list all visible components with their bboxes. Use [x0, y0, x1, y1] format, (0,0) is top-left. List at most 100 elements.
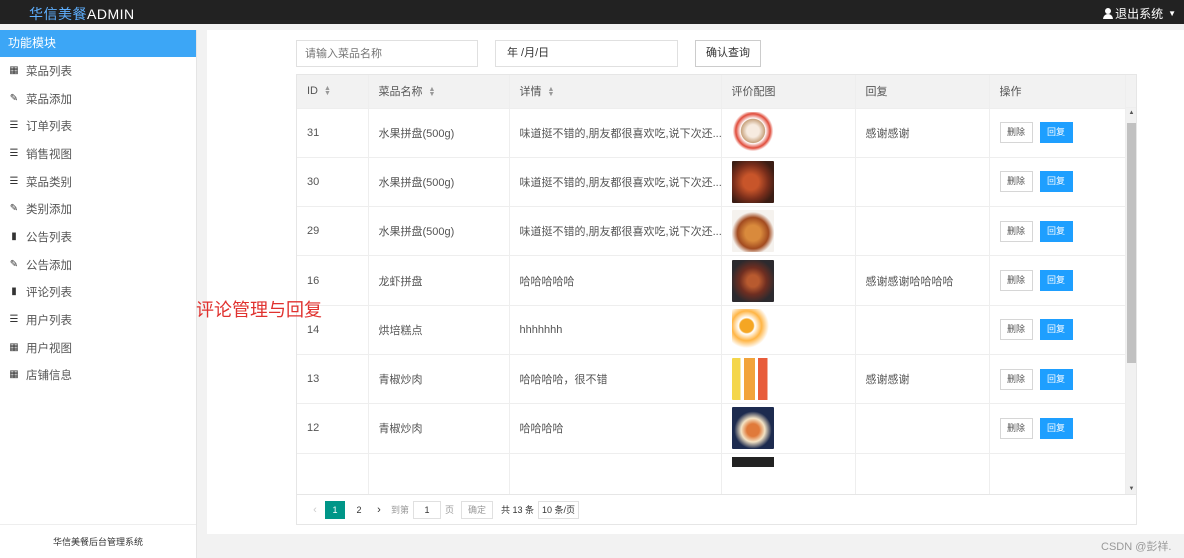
dish-search-input[interactable] — [296, 40, 478, 67]
cell-detail — [509, 453, 722, 494]
reply-button[interactable]: 回复 — [1039, 319, 1073, 341]
list-icon: ☰ — [9, 314, 19, 326]
date-picker-input[interactable]: 年 /月/日 — [495, 40, 678, 67]
reply-button[interactable]: 回复 — [1039, 270, 1073, 292]
column-header-label: 详情 — [519, 86, 542, 99]
page-size-select[interactable]: 10 条/页 — [538, 500, 580, 519]
pagination: ‹ 1 2 › 到第 1 页 确定 共 13 条 10 条/页 — [296, 495, 1137, 525]
sidebar-item-user-view[interactable]: ▦ 用户视图 — [0, 334, 196, 362]
sidebar-item-dish-add[interactable]: ✎ 菜品添加 — [0, 85, 196, 113]
annotation-text: 评论管理与回复 — [196, 300, 322, 320]
sidebar-item-label: 评论列表 — [26, 287, 72, 300]
cell-reply — [855, 403, 990, 454]
review-image[interactable] — [731, 456, 774, 467]
review-image[interactable] — [731, 259, 774, 302]
review-image[interactable] — [731, 358, 774, 401]
goto-page-input[interactable]: 1 — [413, 500, 442, 519]
query-button[interactable]: 确认查询 — [695, 40, 761, 67]
cell-image — [721, 157, 856, 208]
delete-button[interactable]: 删除 — [999, 319, 1033, 341]
table-row: 16 龙虾拼盘 哈哈哈哈哈 感谢感谢哈哈哈哈 删除 回复 — [297, 255, 1126, 306]
delete-button[interactable]: 删除 — [999, 368, 1033, 390]
cell-actions: 删除 回复 — [989, 354, 1126, 405]
delete-button[interactable]: 删除 — [999, 220, 1033, 242]
reply-button[interactable]: 回复 — [1039, 171, 1073, 193]
table-header-row: ID ▲ ▼ 菜品名称 ▲ ▼ 详情 ▲ ▼ 评价配图 回复 操作 — [297, 75, 1126, 109]
sidebar-item-category-add[interactable]: ✎ 类别添加 — [0, 195, 196, 223]
sidebar-item-shop-info[interactable]: ▦ 店铺信息 — [0, 362, 196, 390]
delete-button[interactable]: 删除 — [999, 270, 1033, 292]
sidebar-item-sales-view[interactable]: ☰ 销售视图 — [0, 140, 196, 168]
delete-button[interactable]: 删除 — [999, 417, 1033, 439]
prev-page-icon[interactable]: ‹ — [307, 504, 323, 516]
sidebar-item-notice-list[interactable]: ▮ 公告列表 — [0, 223, 196, 251]
table-scrollbar[interactable]: ▲ ▼ — [1126, 108, 1136, 494]
sidebar-item-label: 菜品列表 — [26, 65, 72, 78]
delete-button[interactable]: 删除 — [999, 122, 1033, 144]
grid-icon: ▦ — [9, 64, 19, 76]
sidebar-item-label: 公告列表 — [26, 231, 72, 244]
review-image[interactable] — [731, 407, 774, 450]
sidebar-item-label: 菜品类别 — [26, 176, 72, 189]
column-header-label: ID — [307, 85, 318, 98]
bar-chart-icon: ▮ — [11, 286, 17, 298]
review-image[interactable] — [731, 308, 774, 351]
page-button-2[interactable]: 2 — [349, 501, 369, 519]
sort-icon[interactable]: ▲ ▼ — [429, 86, 436, 98]
scroll-down-icon[interactable]: ▼ — [1126, 484, 1136, 494]
review-image[interactable] — [731, 111, 774, 154]
cell-dish-name — [368, 453, 510, 494]
cell-detail: 味道挺不错的,朋友都很喜欢吃,说下次还... — [509, 206, 722, 257]
sort-icon[interactable]: ▲ ▼ — [324, 85, 331, 97]
reply-button[interactable]: 回复 — [1039, 417, 1073, 439]
cell-actions: 删除 回复 — [989, 255, 1126, 306]
cell-actions: 删除 回复 — [989, 157, 1126, 208]
list-icon: ☰ — [9, 175, 19, 187]
logout-menu[interactable]: 退出系统 ▼ — [1103, 5, 1176, 22]
sort-icon[interactable]: ▲ ▼ — [548, 86, 555, 98]
pencil-icon: ✎ — [9, 258, 19, 270]
sidebar-item-dish-category[interactable]: ☰ 菜品类别 — [0, 168, 196, 196]
column-header-label: 菜品名称 — [378, 86, 423, 99]
sidebar-item-comment-list[interactable]: ▮ 评论列表 — [0, 279, 196, 307]
logout-label: 退出系统 — [1115, 7, 1164, 21]
sidebar-item-user-list[interactable]: ☰ 用户列表 — [0, 306, 196, 334]
cell-image — [721, 354, 856, 405]
user-icon — [1103, 8, 1114, 19]
cell-detail: 哈哈哈哈 — [509, 403, 722, 454]
cell-detail: 哈哈哈哈，很不错 — [509, 354, 722, 405]
scrollbar-thumb[interactable] — [1127, 123, 1136, 363]
column-header-id[interactable]: ID ▲ ▼ — [297, 75, 369, 109]
reply-button[interactable]: 回复 — [1039, 368, 1073, 390]
sidebar-title[interactable]: 功能模块 — [0, 30, 196, 57]
review-image[interactable] — [731, 160, 774, 203]
cell-detail: 味道挺不错的,朋友都很喜欢吃,说下次还... — [509, 157, 722, 208]
column-header-dish-name[interactable]: 菜品名称 ▲ ▼ — [368, 75, 510, 109]
column-header-image: 评价配图 — [721, 75, 856, 109]
sidebar-item-notice-add[interactable]: ✎ 公告添加 — [0, 251, 196, 279]
cell-reply — [855, 305, 990, 355]
goto-confirm-button[interactable]: 确定 — [461, 500, 494, 519]
column-header-reply: 回复 — [855, 75, 990, 109]
review-image[interactable] — [731, 210, 774, 253]
cell-reply — [855, 206, 990, 257]
cell-reply: 感谢感谢 — [855, 108, 990, 158]
reply-button[interactable]: 回复 — [1039, 220, 1073, 242]
reply-button[interactable]: 回复 — [1039, 122, 1073, 144]
cell-id: 12 — [297, 403, 369, 454]
delete-button[interactable]: 删除 — [999, 171, 1033, 193]
table-row: 29 水果拼盘(500g) 味道挺不错的,朋友都很喜欢吃,说下次还... 删除回… — [297, 206, 1126, 257]
sidebar-menu: ▦ 菜品列表 ✎ 菜品添加 ☰ 订单列表 ☰ 销售视图 ☰ 菜品类别 ✎ 类别添加 ▮ 公告列… — [0, 57, 196, 389]
brand-logo[interactable]: 华信美餐ADMIN — [29, 4, 135, 24]
sidebar-item-dish-list[interactable]: ▦ 菜品列表 — [0, 57, 196, 85]
pencil-icon: ✎ — [9, 203, 19, 215]
next-page-icon[interactable]: › — [371, 504, 387, 516]
page-button-1[interactable]: 1 — [325, 500, 345, 519]
cell-dish-name: 水果拼盘(500g) — [368, 108, 510, 158]
scroll-up-icon[interactable]: ▲ — [1126, 108, 1136, 119]
sidebar-item-label: 销售视图 — [26, 148, 72, 161]
sidebar-item-label: 订单列表 — [26, 121, 72, 134]
column-header-detail[interactable]: 详情 ▲ ▼ — [509, 75, 722, 109]
sidebar-item-order-list[interactable]: ☰ 订单列表 — [0, 112, 196, 140]
cell-id — [297, 453, 369, 494]
